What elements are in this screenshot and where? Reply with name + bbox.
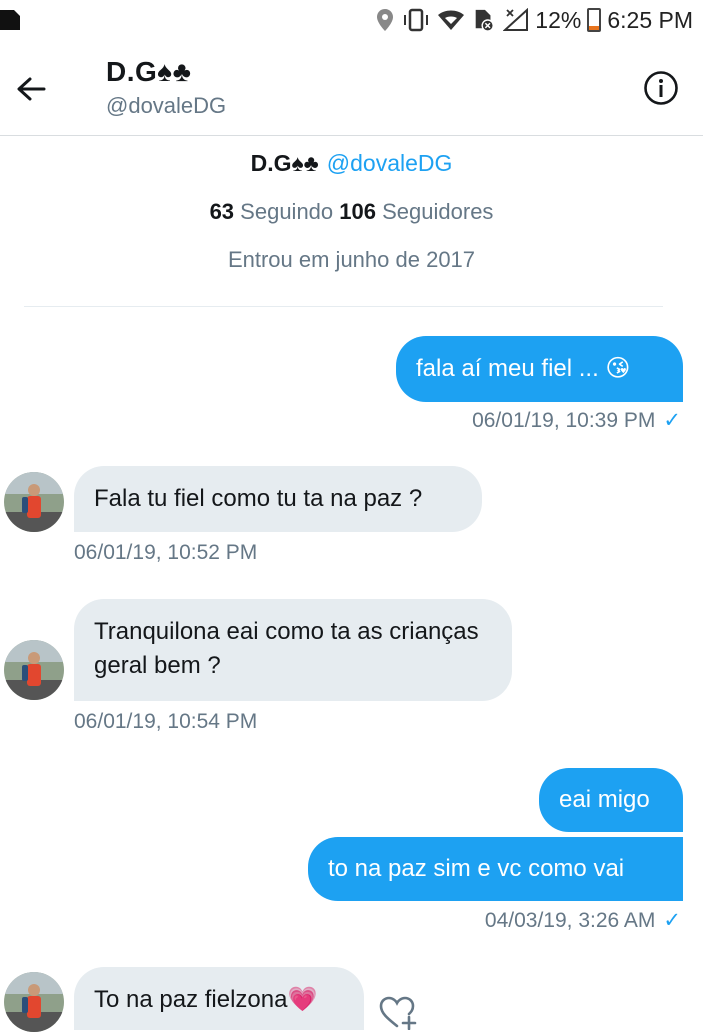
image-icon bbox=[0, 10, 20, 30]
battery-percent: 12% bbox=[535, 6, 582, 33]
profile-card: D.G♠♣ @dovaleDG 63 Seguindo 106 Seguidore… bbox=[0, 150, 703, 273]
header-name: D.G♠♣ bbox=[106, 56, 192, 87]
message-bubble-sent[interactable]: to na paz sim e vc como vai bbox=[308, 837, 683, 901]
profile-name[interactable]: D.G♠♣ bbox=[251, 150, 319, 176]
message-timestamp: 06/01/19, 10:39 PM ✓ bbox=[472, 409, 681, 432]
following-label[interactable]: Seguindo bbox=[240, 199, 333, 224]
message-timestamp: 06/01/19, 10:54 PM bbox=[74, 710, 258, 733]
message-text: To na paz fielzona💗 bbox=[94, 986, 318, 1013]
message-timestamp: 06/01/19, 10:52 PM bbox=[74, 541, 258, 564]
avatar[interactable] bbox=[4, 972, 64, 1032]
following-count[interactable]: 63 bbox=[210, 199, 234, 224]
header-handle: @dovaleDG bbox=[106, 93, 227, 118]
message-bubble-sent[interactable]: fala aí meu fiel ... 😘 bbox=[396, 336, 683, 402]
vibrate-icon bbox=[404, 8, 429, 32]
joined-date: Entrou em junho de 2017 bbox=[227, 247, 476, 272]
read-check-icon: ✓ bbox=[663, 909, 681, 932]
location-icon bbox=[377, 9, 394, 31]
message-text: fala aí meu fiel ... 😘 bbox=[416, 355, 631, 382]
conversation-header: D.G♠♣ @dovaleDG bbox=[0, 42, 703, 136]
divider bbox=[24, 306, 663, 307]
add-reaction-icon[interactable] bbox=[378, 996, 418, 1030]
arrow-left-icon[interactable] bbox=[14, 72, 48, 106]
data-off-icon bbox=[475, 9, 495, 32]
info-icon[interactable] bbox=[643, 70, 679, 106]
followers-count[interactable]: 106 bbox=[339, 199, 376, 224]
message-bubble-received[interactable]: To na paz fielzona💗 bbox=[74, 967, 364, 1030]
followers-label[interactable]: Seguidores bbox=[382, 199, 493, 224]
wifi-icon bbox=[438, 10, 465, 30]
avatar[interactable] bbox=[4, 472, 64, 532]
message-text: Tranquilona eai como ta as crianças gera… bbox=[94, 618, 479, 679]
message-text: Fala tu fiel como tu ta na paz ? bbox=[94, 485, 423, 512]
message-bubble-received[interactable]: Tranquilona eai como ta as crianças gera… bbox=[74, 599, 512, 701]
signal-icon bbox=[503, 8, 529, 31]
clock: 6:25 PM bbox=[607, 6, 693, 33]
profile-handle[interactable]: @dovaleDG bbox=[327, 150, 453, 176]
message-text: eai migo bbox=[559, 786, 650, 813]
message-bubble-sent[interactable]: eai migo bbox=[539, 768, 683, 832]
status-bar: 12% 6:25 PM bbox=[0, 0, 703, 42]
avatar[interactable] bbox=[4, 640, 64, 700]
message-timestamp: 04/03/19, 3:26 AM ✓ bbox=[484, 909, 681, 932]
message-text: to na paz sim e vc como vai bbox=[328, 855, 625, 882]
follow-stats: 63 Seguindo 106 Seguidores bbox=[0, 199, 703, 225]
message-bubble-received[interactable]: Fala tu fiel como tu ta na paz ? bbox=[74, 466, 482, 532]
battery-icon bbox=[587, 8, 602, 32]
read-check-icon: ✓ bbox=[663, 409, 681, 432]
